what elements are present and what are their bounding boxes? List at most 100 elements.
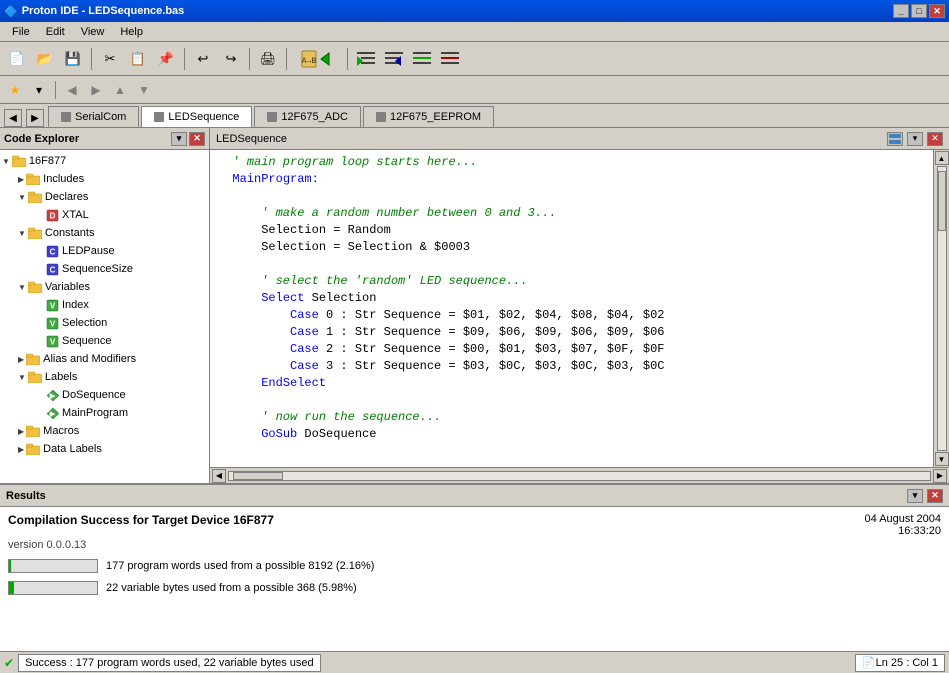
code-content[interactable]: ' main program loop starts here... MainP… — [210, 150, 933, 467]
minimize-button[interactable]: _ — [893, 4, 909, 18]
tree-item-dosequence[interactable]: ▶ DoSequence — [0, 386, 209, 404]
progress-text-2: 22 variable bytes used from a possible 3… — [106, 582, 357, 594]
svg-text:V: V — [49, 301, 55, 310]
tree-item-includes[interactable]: ▶ Includes — [0, 170, 209, 188]
toolbar-separator-1 — [91, 48, 92, 70]
tree-item-mainprogram[interactable]: ▶ MainProgram — [0, 404, 209, 422]
uncomment-button[interactable] — [437, 46, 463, 72]
menu-edit[interactable]: Edit — [38, 24, 73, 40]
close-button[interactable]: ✕ — [929, 4, 945, 18]
tab-ledsequence[interactable]: LEDSequence — [141, 106, 252, 127]
undo-button[interactable]: ↩ — [190, 46, 216, 72]
vscroll-down-button[interactable]: ▼ — [935, 452, 949, 466]
tab-nav-left[interactable]: ◀ — [4, 109, 22, 127]
tree-item-selection[interactable]: V Selection — [0, 314, 209, 332]
menu-bar: File Edit View Help — [0, 22, 949, 42]
expand-icon-16f877[interactable]: ▼ — [2, 157, 10, 166]
expand-icon-labels[interactable]: ▼ — [18, 373, 26, 382]
new-button[interactable]: 📄 — [4, 46, 30, 72]
horizontal-scrollbar: ◀ ▶ — [210, 467, 949, 483]
svg-text:▶: ▶ — [48, 411, 55, 418]
open-button[interactable]: 📂 — [32, 46, 58, 72]
tree-label-includes: Includes — [43, 173, 84, 185]
tree-item-sequencesize[interactable]: C SequenceSize — [0, 260, 209, 278]
title-bar: 🔷 Proton IDE - LEDSequence.bas _ □ ✕ — [0, 0, 949, 22]
expand-icon-datalabels[interactable]: ▶ — [18, 445, 24, 454]
menu-help[interactable]: Help — [112, 24, 151, 40]
redo-button[interactable]: ↪ — [218, 46, 244, 72]
cut-button[interactable]: ✂ — [97, 46, 123, 72]
dropdown-button[interactable]: ▾ — [28, 79, 50, 101]
tree-item-alias[interactable]: ▶ Alias and Modifiers — [0, 350, 209, 368]
save-button[interactable]: 💾 — [60, 46, 86, 72]
results-close-button[interactable]: ✕ — [927, 489, 943, 503]
tree-item-index[interactable]: V Index — [0, 296, 209, 314]
tree-item-labels[interactable]: ▼ Labels — [0, 368, 209, 386]
results-top: Compilation Success for Target Device 16… — [8, 513, 941, 537]
tab-12f675-eeprom[interactable]: 12F675_EEPROM — [363, 106, 494, 127]
maximize-button[interactable]: □ — [911, 4, 927, 18]
star-button[interactable]: ★ — [4, 79, 26, 101]
comment-button[interactable] — [409, 46, 435, 72]
tree-item-16f877[interactable]: ▼ 16F877 — [0, 152, 209, 170]
tree-item-variables[interactable]: ▼ Variables — [0, 278, 209, 296]
tree-item-xtal[interactable]: D XTAL — [0, 206, 209, 224]
copy-button[interactable]: 📋 — [125, 46, 151, 72]
menu-file[interactable]: File — [4, 24, 38, 40]
editor-close-button[interactable]: ✕ — [927, 132, 943, 146]
tree-item-datalabels[interactable]: ▶ Data Labels — [0, 440, 209, 458]
svg-text:D: D — [49, 211, 55, 220]
tab-12f675-adc[interactable]: 12F675_ADC — [254, 106, 361, 127]
explorer-close-button[interactable]: ✕ — [189, 132, 205, 146]
results-header: Results ▾ ✕ — [0, 485, 949, 507]
hscroll-left-button[interactable]: ◀ — [212, 469, 226, 483]
print-button[interactable]: 🖨 — [255, 46, 281, 72]
editor-menu-button[interactable] — [887, 132, 903, 146]
vscroll-thumb[interactable] — [938, 171, 946, 231]
editor-header: LEDSequence ▾ ✕ — [210, 128, 949, 150]
expand-icon-constants[interactable]: ▼ — [18, 229, 26, 238]
vscroll-up-button[interactable]: ▲ — [935, 151, 949, 165]
expand-icon-variables[interactable]: ▼ — [18, 283, 26, 292]
tree-item-macros[interactable]: ▶ Macros — [0, 422, 209, 440]
forward-button[interactable]: ▶ — [85, 79, 107, 101]
code-line-2: MainProgram: — [218, 171, 925, 188]
down-button[interactable]: ▼ — [133, 79, 155, 101]
tree-item-constants[interactable]: ▼ Constants — [0, 224, 209, 242]
tree-label-index: Index — [62, 299, 89, 311]
results-dropdown-button[interactable]: ▾ — [907, 489, 923, 503]
results-panel: Results ▾ ✕ Compilation Success for Targ… — [0, 483, 949, 651]
expand-icon-declares[interactable]: ▼ — [18, 193, 26, 202]
explorer-title: Code Explorer — [4, 133, 79, 145]
code-line-12: Case 2 : Str Sequence = $00, $01, $03, $… — [218, 341, 925, 358]
compile-button[interactable]: A→B — [292, 46, 342, 72]
paste-button[interactable]: 📌 — [153, 46, 179, 72]
indent-decrease-button[interactable] — [381, 46, 407, 72]
back-button[interactable]: ◀ — [61, 79, 83, 101]
code-line-9: Select Selection — [218, 290, 925, 307]
menu-view[interactable]: View — [73, 24, 113, 40]
results-header-right: ▾ ✕ — [907, 489, 943, 503]
tree-item-ledpause[interactable]: C LEDPause — [0, 242, 209, 260]
hscroll-thumb[interactable] — [233, 472, 283, 480]
folder-icon-macros — [25, 423, 41, 439]
expand-icon-macros[interactable]: ▶ — [18, 427, 24, 436]
tree-item-sequence[interactable]: V Sequence — [0, 332, 209, 350]
expand-icon-alias[interactable]: ▶ — [18, 355, 24, 364]
expand-icon-includes[interactable]: ▶ — [18, 175, 24, 184]
vscroll-track[interactable] — [937, 166, 947, 451]
tab-serialcom[interactable]: SerialCom — [48, 106, 139, 127]
svg-text:A→B: A→B — [302, 57, 317, 66]
tree-item-declares[interactable]: ▼ Declares — [0, 188, 209, 206]
vertical-scrollbar[interactable]: ▲ ▼ — [933, 150, 949, 467]
tab-nav-right[interactable]: ▶ — [26, 109, 44, 127]
progress-bar-2 — [8, 581, 98, 595]
indent-increase-button[interactable] — [353, 46, 379, 72]
up-button[interactable]: ▲ — [109, 79, 131, 101]
hscroll-track[interactable] — [228, 471, 931, 481]
code-line-5: Selection = Random — [218, 222, 925, 239]
svg-text:C: C — [49, 265, 55, 274]
hscroll-right-button[interactable]: ▶ — [933, 469, 947, 483]
editor-dropdown-button[interactable]: ▾ — [907, 132, 923, 146]
explorer-menu-button[interactable]: ▾ — [171, 132, 187, 146]
